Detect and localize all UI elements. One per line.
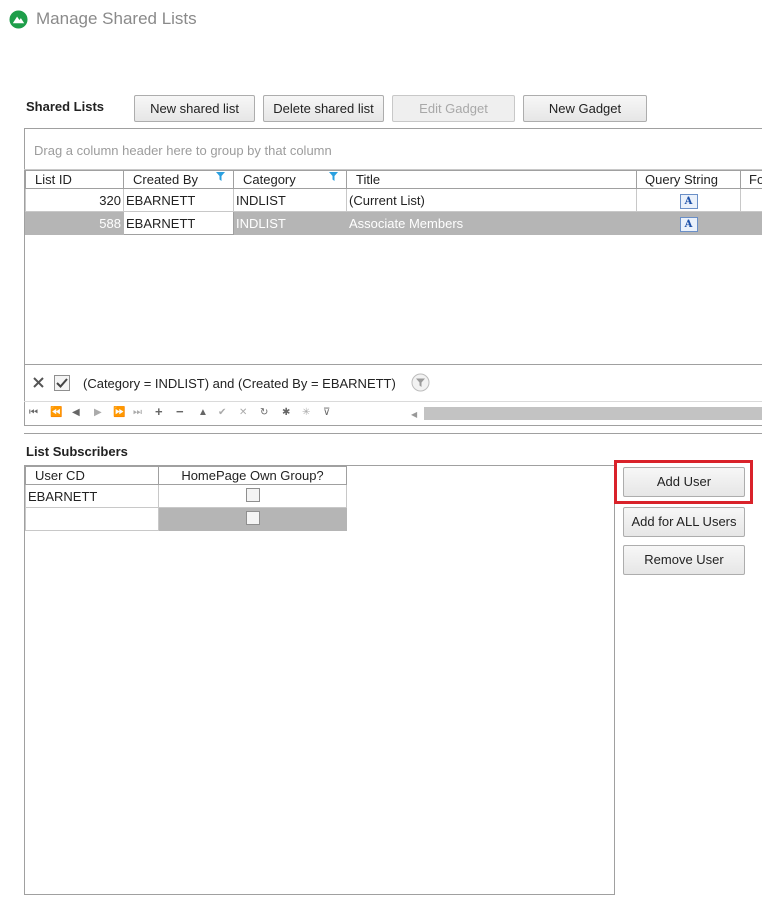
app-logo-icon [9, 10, 28, 29]
checkbox[interactable] [245, 487, 260, 502]
close-icon[interactable] [33, 377, 44, 388]
last-record-icon[interactable]: ⏭ [133, 407, 142, 418]
cell-user-cd[interactable]: EBARNETT [25, 484, 159, 508]
delete-icon[interactable]: − [176, 404, 184, 419]
list-subscribers-title: List Subscribers [26, 444, 128, 459]
cell-own-group[interactable] [158, 507, 347, 531]
edit-gadget-button[interactable]: Edit Gadget [392, 95, 515, 122]
delete-shared-list-button[interactable]: Delete shared list [263, 95, 384, 122]
post-edit-icon[interactable]: ✔ [218, 407, 226, 418]
filter-builder-icon[interactable] [411, 373, 430, 392]
filter-expression[interactable]: (Category = INDLIST) and (Created By = E… [83, 376, 396, 391]
add-user-button[interactable]: Add User [623, 467, 745, 497]
cell-own-group[interactable] [158, 484, 347, 508]
section-divider [24, 433, 762, 434]
filter-icon[interactable] [216, 172, 225, 182]
cell-query-string[interactable]: A [636, 188, 741, 212]
first-record-icon[interactable]: ⏮ [29, 407, 38, 418]
column-header-query-string[interactable]: Query String [636, 170, 741, 189]
column-header-fo[interactable]: Fo [740, 170, 762, 189]
table-row-selected[interactable]: 588 EBARNETT INDLIST Associate Members A [25, 211, 762, 235]
cell-list-id[interactable]: 588 [25, 211, 124, 235]
append-icon[interactable]: + [155, 404, 163, 419]
edit-icon[interactable]: ▲ [198, 407, 208, 418]
cancel-edit-icon[interactable]: ✕ [239, 407, 247, 418]
column-header-homepage-own-group[interactable]: HomePage Own Group? [158, 466, 347, 485]
checkbox[interactable] [245, 510, 260, 525]
new-shared-list-button[interactable]: New shared list [134, 95, 255, 122]
cell-user-cd[interactable] [25, 507, 159, 531]
text-document-icon[interactable]: A [679, 216, 698, 232]
scroll-left-icon[interactable]: ◀ [411, 410, 417, 419]
filter-icon[interactable] [329, 172, 338, 182]
prev-record-icon[interactable]: ◀ [72, 407, 80, 418]
save-bookmark-icon[interactable]: ✱ [282, 407, 290, 418]
cell-category[interactable]: INDLIST [233, 211, 347, 235]
column-header-created-by[interactable]: Created By [123, 170, 234, 189]
cell-fo[interactable] [740, 211, 762, 235]
checkbox-checked-icon[interactable] [54, 375, 70, 391]
table-row[interactable]: EBARNETT [25, 484, 347, 508]
column-header-user-cd[interactable]: User CD [25, 466, 159, 485]
column-header-category[interactable]: Category [233, 170, 347, 189]
subscribers-table: User CD HomePage Own Group? EBARNETT [25, 466, 347, 531]
navigator-divider [24, 401, 762, 402]
shared-lists-table: List ID Created By Category Title Query … [25, 170, 762, 235]
cell-list-id[interactable]: 320 [25, 188, 124, 212]
refresh-icon[interactable]: ↻ [260, 407, 268, 418]
filter-nav-icon[interactable]: ⊽ [323, 407, 330, 418]
next-record-icon[interactable]: ▶ [94, 407, 102, 418]
cell-created-by[interactable]: EBARNETT [123, 211, 234, 235]
cell-title[interactable]: (Current List) [346, 188, 637, 212]
goto-bookmark-icon[interactable]: ✳ [302, 407, 310, 418]
header-row: List ID Created By Category Title Query … [25, 170, 762, 189]
prev-page-icon[interactable]: ⏪ [50, 407, 62, 418]
cell-created-by[interactable]: EBARNETT [123, 188, 234, 212]
table-row[interactable]: 320 EBARNETT INDLIST (Current List) A [25, 188, 762, 212]
window-title: Manage Shared Lists [36, 9, 197, 28]
column-header-list-id[interactable]: List ID [25, 170, 124, 189]
horizontal-scrollbar-thumb[interactable] [424, 407, 762, 420]
next-page-icon[interactable]: ⏩ [113, 407, 125, 418]
table-row-new[interactable] [25, 507, 347, 531]
filter-bar-divider [24, 364, 762, 365]
add-for-all-users-button[interactable]: Add for ALL Users [623, 507, 745, 537]
cell-fo[interactable] [740, 188, 762, 212]
text-document-icon[interactable]: A [679, 193, 698, 209]
column-header-title[interactable]: Title [346, 170, 637, 189]
cell-title[interactable]: Associate Members [346, 211, 637, 235]
new-gadget-button[interactable]: New Gadget [523, 95, 647, 122]
group-by-hint[interactable]: Drag a column header here to group by th… [34, 143, 332, 158]
remove-user-button[interactable]: Remove User [623, 545, 745, 575]
cell-category[interactable]: INDLIST [233, 188, 347, 212]
header-row: User CD HomePage Own Group? [25, 466, 347, 485]
shared-lists-title: Shared Lists [26, 99, 105, 114]
cell-query-string[interactable]: A [636, 211, 741, 235]
